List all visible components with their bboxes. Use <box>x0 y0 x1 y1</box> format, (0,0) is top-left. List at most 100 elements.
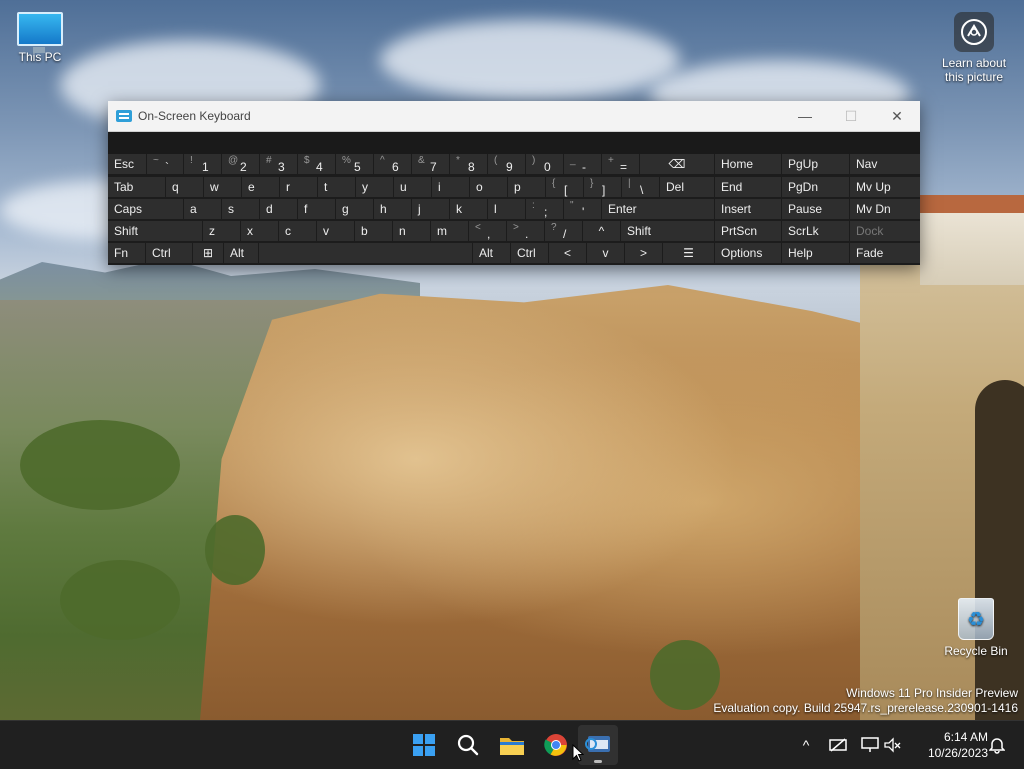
key-v[interactable]: v <box>317 221 354 241</box>
key-shift-char: < <box>475 222 481 233</box>
key-nav[interactable]: Nav <box>850 154 920 174</box>
key-period[interactable]: >. <box>507 221 544 241</box>
key-pgup[interactable]: PgUp <box>782 154 849 174</box>
notifications-bell-icon[interactable] <box>986 721 1008 769</box>
key-8[interactable]: * 8 <box>450 154 487 174</box>
key-h[interactable]: h <box>374 199 411 219</box>
arrow-up-icon[interactable]: ^ <box>583 221 620 241</box>
arrow-left-icon[interactable]: < <box>549 243 586 263</box>
key-minus[interactable]: _ - <box>564 154 601 174</box>
arrow-down-icon[interactable]: v <box>587 243 624 263</box>
key-fade[interactable]: Fade <box>850 243 920 263</box>
taskbar-clock[interactable]: 6:14 AM 10/26/2023 <box>928 729 988 761</box>
key-del[interactable]: Del <box>660 177 714 197</box>
key-pause[interactable]: Pause <box>782 199 849 219</box>
key-options[interactable]: Options <box>715 243 781 263</box>
key-alt-left[interactable]: Alt <box>224 243 258 263</box>
key-r[interactable]: r <box>280 177 317 197</box>
key-tab[interactable]: Tab <box>108 177 165 197</box>
key-caps[interactable]: Caps <box>108 199 183 219</box>
osk-taskbar-button[interactable] <box>578 725 618 765</box>
key-0[interactable]: ) 0 <box>526 154 563 174</box>
maximize-button[interactable]: ☐ <box>828 101 874 131</box>
key-right-bracket[interactable]: }] <box>584 177 621 197</box>
key-s[interactable]: s <box>222 199 259 219</box>
key-u[interactable]: u <box>394 177 431 197</box>
file-explorer-button[interactable] <box>492 725 532 765</box>
key-i[interactable]: i <box>432 177 469 197</box>
key-comma[interactable]: <, <box>469 221 506 241</box>
key-mv-up[interactable]: Mv Up <box>850 177 920 197</box>
key-b[interactable]: b <box>355 221 392 241</box>
key-end[interactable]: End <box>715 177 781 197</box>
network-disconnected-icon[interactable] <box>826 721 850 769</box>
key-esc[interactable]: Esc <box>108 154 146 174</box>
key-dock[interactable]: Dock <box>850 221 920 241</box>
windows-key-icon[interactable]: ⊞ <box>193 243 223 263</box>
key-backquote[interactable]: ~ ` <box>147 154 183 174</box>
key-j[interactable]: j <box>412 199 449 219</box>
close-button[interactable]: ✕ <box>874 101 920 131</box>
network-volume-button[interactable] <box>858 721 904 769</box>
search-button[interactable] <box>448 725 488 765</box>
desktop-icon-learn-about-picture[interactable]: Learn about this picture <box>934 12 1014 84</box>
key-quote[interactable]: " ' <box>564 199 601 219</box>
key-shift-left[interactable]: Shift <box>108 221 202 241</box>
key-fn[interactable]: Fn <box>108 243 145 263</box>
key-scrlk[interactable]: ScrLk <box>782 221 849 241</box>
key-4[interactable]: $4 <box>298 154 335 174</box>
key-3[interactable]: #3 <box>260 154 297 174</box>
key-x[interactable]: x <box>241 221 278 241</box>
key-5[interactable]: % 5 <box>336 154 373 174</box>
backspace-icon[interactable]: ⌫ <box>640 154 714 174</box>
key-insert[interactable]: Insert <box>715 199 781 219</box>
minimize-button[interactable]: — <box>782 101 828 131</box>
key-t[interactable]: t <box>318 177 355 197</box>
key-g[interactable]: g <box>336 199 373 219</box>
key-left-bracket[interactable]: {[ <box>546 177 583 197</box>
key-q[interactable]: q <box>166 177 203 197</box>
key-semicolon[interactable]: :; <box>526 199 563 219</box>
key-9[interactable]: (9 <box>488 154 525 174</box>
key-2[interactable]: @2 <box>222 154 259 174</box>
osk-title-bar[interactable]: On-Screen Keyboard — ☐ ✕ <box>108 101 920 132</box>
key-7[interactable]: & 7 <box>412 154 449 174</box>
key-c[interactable]: c <box>279 221 316 241</box>
desktop-icon-recycle-bin[interactable]: ♻ Recycle Bin <box>936 598 1016 658</box>
key-backslash[interactable]: | \ <box>622 177 659 197</box>
desktop-icon-this-pc[interactable]: This PC <box>0 12 80 64</box>
key-slash[interactable]: ? / <box>545 221 582 241</box>
menu-key-icon[interactable]: ☰ <box>663 243 714 263</box>
key-6[interactable]: ^ 6 <box>374 154 411 174</box>
key-mv-dn[interactable]: Mv Dn <box>850 199 920 219</box>
key-d[interactable]: d <box>260 199 297 219</box>
key-l[interactable]: l <box>488 199 525 219</box>
key-k[interactable]: k <box>450 199 487 219</box>
key-a[interactable]: a <box>184 199 221 219</box>
start-button[interactable] <box>404 725 444 765</box>
key-shift-right[interactable]: Shift <box>621 221 714 241</box>
key-p[interactable]: p <box>508 177 545 197</box>
key-prtscn[interactable]: PrtScn <box>715 221 781 241</box>
key-alt-right[interactable]: Alt <box>473 243 510 263</box>
key-ctrl-left[interactable]: Ctrl <box>146 243 192 263</box>
key-ctrl-right[interactable]: Ctrl <box>511 243 548 263</box>
key-n[interactable]: n <box>393 221 430 241</box>
key-e[interactable]: e <box>242 177 279 197</box>
key-y[interactable]: y <box>356 177 393 197</box>
key-equals[interactable]: + = <box>602 154 639 174</box>
key-1[interactable]: ! 1 <box>184 154 221 174</box>
key-w[interactable]: w <box>204 177 241 197</box>
key-f[interactable]: f <box>298 199 335 219</box>
arrow-right-icon[interactable]: > <box>625 243 662 263</box>
key-enter[interactable]: Enter <box>602 199 714 219</box>
key-help[interactable]: Help <box>782 243 849 263</box>
key-m[interactable]: m <box>431 221 468 241</box>
key-pgdn[interactable]: PgDn <box>782 177 849 197</box>
key-z[interactable]: z <box>203 221 240 241</box>
show-hidden-icons-button[interactable]: ^ <box>796 721 816 769</box>
chrome-button[interactable] <box>536 725 576 765</box>
key-o[interactable]: o <box>470 177 507 197</box>
key-home[interactable]: Home <box>715 154 781 174</box>
key-space[interactable] <box>259 243 472 263</box>
